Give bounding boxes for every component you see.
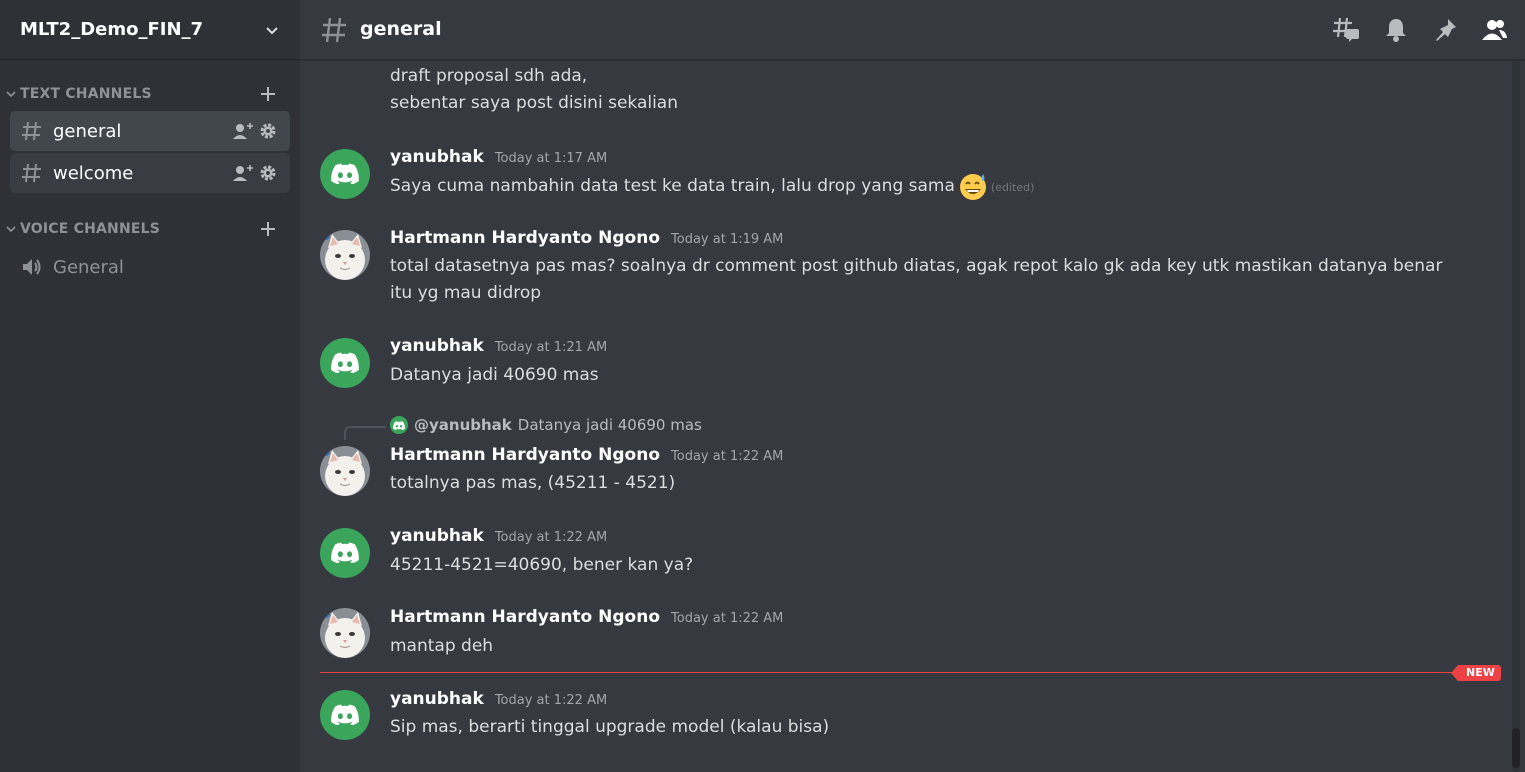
avatar[interactable] — [320, 149, 370, 199]
message-content: mantap deh — [390, 636, 494, 656]
timestamp: Today at 1:22 AM — [671, 449, 784, 464]
caret-down-icon — [6, 91, 16, 98]
message-header: yanubhak Today at 1:17 AM — [390, 147, 607, 171]
avatar[interactable] — [320, 230, 370, 280]
channel-label: welcome — [53, 162, 134, 184]
reply-preview[interactable]: @yanubhak Datanya jadi 40690 mas — [390, 416, 702, 434]
channel-label: general — [53, 120, 122, 142]
cat-avatar-image — [320, 230, 370, 280]
author-name[interactable]: Hartmann Hardyanto Ngono — [390, 607, 660, 627]
author-name[interactable]: Hartmann Hardyanto Ngono — [390, 228, 660, 248]
reply-connector — [344, 426, 386, 440]
category-voice-channels[interactable]: VOICE CHANNELS — [0, 217, 300, 241]
scrollbar-track[interactable] — [1512, 60, 1520, 772]
message-content: Saya cuma nambahin data test ke data tra… — [390, 171, 1470, 201]
hash-icon — [22, 121, 41, 141]
author-name[interactable]: yanubhak — [390, 147, 484, 167]
notification-bell-icon[interactable] — [1382, 17, 1410, 43]
author-name[interactable]: yanubhak — [390, 526, 484, 546]
server-name: MLT2_Demo_FIN_7 — [20, 19, 204, 40]
edited-label: (edited) — [990, 181, 1035, 194]
reply-avatar — [390, 416, 408, 434]
server-header[interactable]: MLT2_Demo_FIN_7 — [0, 0, 300, 60]
cat-avatar-image — [320, 608, 370, 658]
create-invite-icon[interactable] — [232, 164, 254, 182]
channel-item-welcome[interactable]: welcome — [10, 153, 290, 193]
timestamp: Today at 1:19 AM — [671, 232, 784, 247]
message-header: yanubhak Today at 1:22 AM — [390, 689, 607, 713]
add-channel-icon[interactable] — [259, 85, 277, 103]
pin-icon[interactable] — [1432, 17, 1460, 43]
new-badge: NEW — [1451, 665, 1501, 681]
caret-down-icon — [6, 226, 16, 233]
message-content: draft proposal sdh ada, — [390, 66, 588, 86]
category-text-channels[interactable]: TEXT CHANNELS — [0, 82, 300, 106]
timestamp: Today at 1:22 AM — [494, 530, 608, 545]
chevron-down-icon[interactable] — [264, 22, 280, 38]
avatar[interactable] — [320, 338, 370, 388]
message-content: Datanya jadi 40690 mas — [390, 365, 599, 385]
sweat-smile-emoji-icon — [959, 174, 986, 200]
message-header: Hartmann Hardyanto Ngono Today at 1:22 A… — [390, 445, 783, 469]
message-header: yanubhak Today at 1:21 AM — [390, 336, 607, 360]
voice-channel-label: General — [53, 256, 124, 278]
author-name[interactable]: Hartmann Hardyanto Ngono — [390, 445, 660, 465]
gear-icon[interactable] — [259, 164, 277, 182]
timestamp: Today at 1:22 AM — [494, 693, 608, 708]
avatar[interactable] — [320, 446, 370, 496]
cat-avatar-image — [320, 446, 370, 496]
discord-logo-icon — [331, 352, 359, 373]
timestamp: Today at 1:22 AM — [671, 611, 784, 626]
author-name[interactable]: yanubhak — [390, 336, 484, 356]
reply-text: Datanya jadi 40690 mas — [517, 416, 702, 434]
message-content: sebentar saya post disini sekalian — [390, 93, 679, 113]
message-content: 45211-4521=40690, bener kan ya? — [390, 555, 694, 575]
scrollbar-thumb[interactable] — [1512, 728, 1520, 768]
category-label: VOICE CHANNELS — [20, 221, 161, 237]
hash-icon — [322, 17, 346, 43]
discord-logo-icon — [331, 704, 359, 725]
avatar[interactable] — [320, 690, 370, 740]
member-list-icon[interactable] — [1480, 17, 1508, 43]
voice-channel-general[interactable]: General — [10, 249, 290, 285]
avatar[interactable] — [320, 608, 370, 658]
message-list: draft proposal sdh ada, sebentar saya po… — [300, 60, 1525, 772]
speaker-icon — [23, 259, 41, 275]
channel-item-general[interactable]: general — [10, 111, 290, 151]
message-content: totalnya pas mas, (45211 - 4521) — [390, 473, 676, 493]
message-content: total datasetnya pas mas? soalnya dr com… — [390, 256, 1443, 303]
message-text: Saya cuma nambahin data test ke data tra… — [390, 176, 955, 196]
message-header: yanubhak Today at 1:22 AM — [390, 526, 607, 550]
add-channel-icon[interactable] — [259, 220, 277, 238]
chat-area: general draft proposal sdh ada, sebentar… — [300, 0, 1525, 772]
hash-icon — [22, 163, 41, 183]
category-label: TEXT CHANNELS — [20, 86, 152, 102]
channel-header: general — [300, 0, 1525, 60]
author-name[interactable]: yanubhak — [390, 689, 484, 709]
timestamp: Today at 1:21 AM — [494, 340, 608, 355]
discord-logo-icon — [331, 163, 359, 184]
threads-icon[interactable] — [1332, 17, 1360, 43]
gear-icon[interactable] — [259, 122, 277, 140]
discord-logo-icon — [393, 421, 405, 430]
message-header: Hartmann Hardyanto Ngono Today at 1:19 A… — [390, 228, 783, 252]
channel-sidebar: MLT2_Demo_FIN_7 TEXT CHANNELS general we… — [0, 0, 300, 772]
timestamp: Today at 1:17 AM — [494, 151, 608, 166]
create-invite-icon[interactable] — [232, 122, 254, 140]
reply-author[interactable]: @yanubhak — [414, 416, 512, 434]
message-content: Sip mas, berarti tinggal upgrade model (… — [390, 717, 830, 737]
discord-logo-icon — [331, 542, 359, 563]
avatar[interactable] — [320, 528, 370, 578]
channel-title: general — [360, 18, 442, 40]
message-header: Hartmann Hardyanto Ngono Today at 1:22 A… — [390, 607, 783, 631]
new-messages-divider — [320, 672, 1473, 673]
